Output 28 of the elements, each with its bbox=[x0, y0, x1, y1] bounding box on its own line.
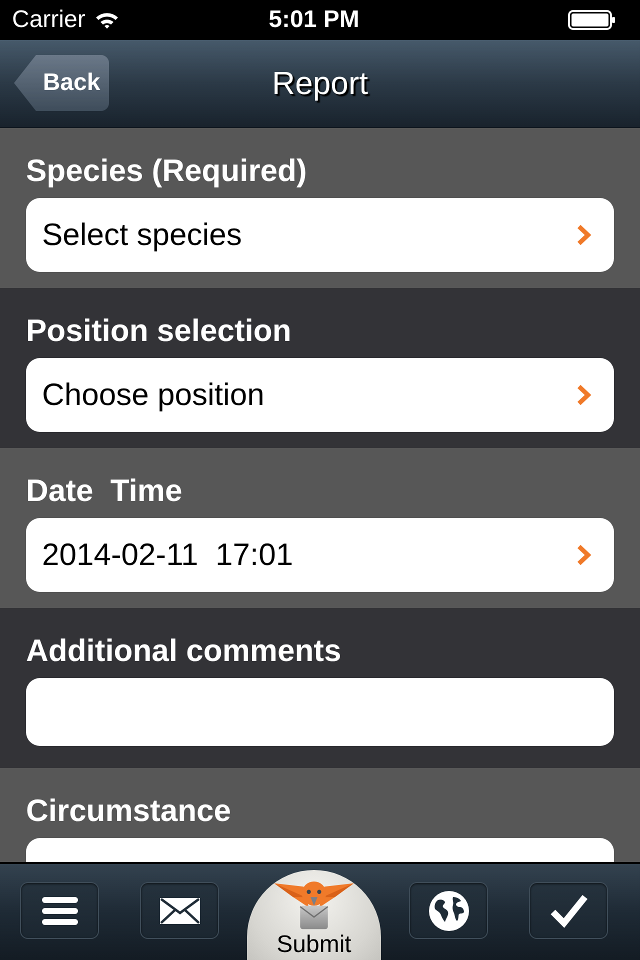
chevron-right-icon bbox=[576, 224, 592, 246]
input-field[interactable] bbox=[26, 838, 614, 862]
section-label: Position selection bbox=[26, 312, 292, 350]
submit-button[interactable]: Submit bbox=[247, 870, 381, 960]
picker-field[interactable]: 2014-02-11 17:01 bbox=[26, 518, 614, 592]
wifi-icon bbox=[95, 11, 120, 29]
nav-title: Report bbox=[272, 65, 368, 102]
section-label: Circumstance bbox=[26, 792, 232, 830]
globe-button[interactable] bbox=[409, 882, 488, 939]
chevron-right-icon bbox=[576, 544, 592, 566]
back-button[interactable]: Back bbox=[14, 55, 109, 111]
section-label: Date Time bbox=[26, 472, 184, 510]
menu-button[interactable] bbox=[20, 882, 99, 939]
checkmark-icon bbox=[550, 894, 588, 928]
input-field[interactable] bbox=[26, 678, 614, 746]
envelope-icon bbox=[160, 898, 200, 924]
menu-icon bbox=[42, 896, 78, 924]
globe-icon bbox=[428, 890, 468, 930]
section-label: Species (Required) bbox=[26, 152, 308, 190]
battery-icon bbox=[568, 10, 616, 30]
section-label: Additional comments bbox=[26, 632, 342, 670]
mail-button[interactable] bbox=[140, 882, 219, 939]
status-time: 5:01 PM bbox=[268, 6, 360, 34]
picker-field[interactable]: Select species bbox=[26, 198, 614, 272]
confirm-button[interactable] bbox=[529, 882, 608, 939]
chevron-right-icon bbox=[576, 384, 592, 406]
carrier-label: Carrier bbox=[12, 6, 86, 34]
picker-field[interactable]: Choose position bbox=[26, 358, 614, 432]
